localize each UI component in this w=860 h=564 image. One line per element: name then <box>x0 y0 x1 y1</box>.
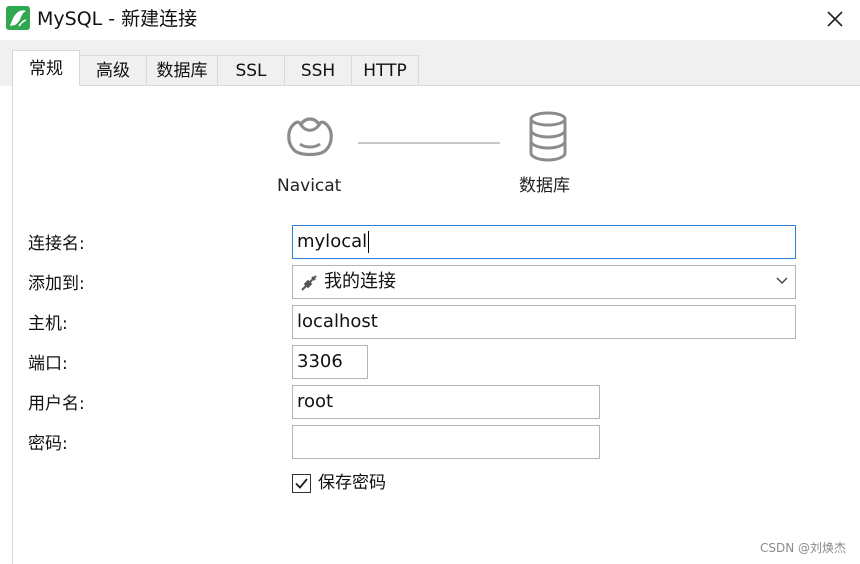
navicat-icon <box>284 110 336 162</box>
tab-http[interactable]: HTTP <box>351 55 419 85</box>
port-label: 端口: <box>28 354 68 374</box>
username-value: root <box>297 391 334 412</box>
checkmark-icon <box>295 478 308 489</box>
add-to-select[interactable]: 我的连接 <box>292 265 796 299</box>
tab-ssl[interactable]: SSL <box>217 55 285 85</box>
connection-name-value: mylocal <box>297 231 368 252</box>
save-password-label[interactable]: 保存密码 <box>318 472 386 494</box>
connection-plug-icon <box>301 275 317 291</box>
close-button[interactable] <box>818 3 852 35</box>
connection-name-input[interactable]: mylocal <box>292 225 796 259</box>
database-label: 数据库 <box>519 176 570 196</box>
tab-databases[interactable]: 数据库 <box>146 55 218 85</box>
port-input[interactable]: 3306 <box>292 345 368 379</box>
tab-bar: 常规 高级 数据库 SSL SSH HTTP <box>0 40 860 86</box>
mysql-dolphin-icon <box>6 6 30 30</box>
host-label: 主机: <box>28 314 68 334</box>
username-input[interactable]: root <box>292 385 600 419</box>
database-icon <box>527 110 569 162</box>
password-label: 密码: <box>28 434 68 454</box>
password-input[interactable] <box>292 425 600 459</box>
port-value: 3306 <box>297 351 343 372</box>
chevron-down-icon <box>776 277 788 284</box>
add-to-label: 添加到: <box>28 274 85 294</box>
host-value: localhost <box>297 311 378 332</box>
tab-general[interactable]: 常规 <box>12 50 80 86</box>
tab-advanced[interactable]: 高级 <box>79 55 147 85</box>
tab-ssh[interactable]: SSH <box>284 55 352 85</box>
connection-line <box>358 142 500 144</box>
username-label: 用户名: <box>28 394 85 414</box>
text-caret <box>368 231 370 253</box>
save-password-checkbox[interactable] <box>292 474 311 493</box>
close-icon <box>827 11 843 27</box>
watermark: CSDN @刘焕杰 <box>759 541 846 555</box>
title-bar: MySQL - 新建连接 <box>0 0 860 40</box>
add-to-value: 我的连接 <box>324 271 396 292</box>
connection-name-label: 连接名: <box>28 234 85 254</box>
host-input[interactable]: localhost <box>292 305 796 339</box>
navicat-label: Navicat <box>277 176 342 196</box>
window-title: MySQL - 新建连接 <box>37 8 198 30</box>
